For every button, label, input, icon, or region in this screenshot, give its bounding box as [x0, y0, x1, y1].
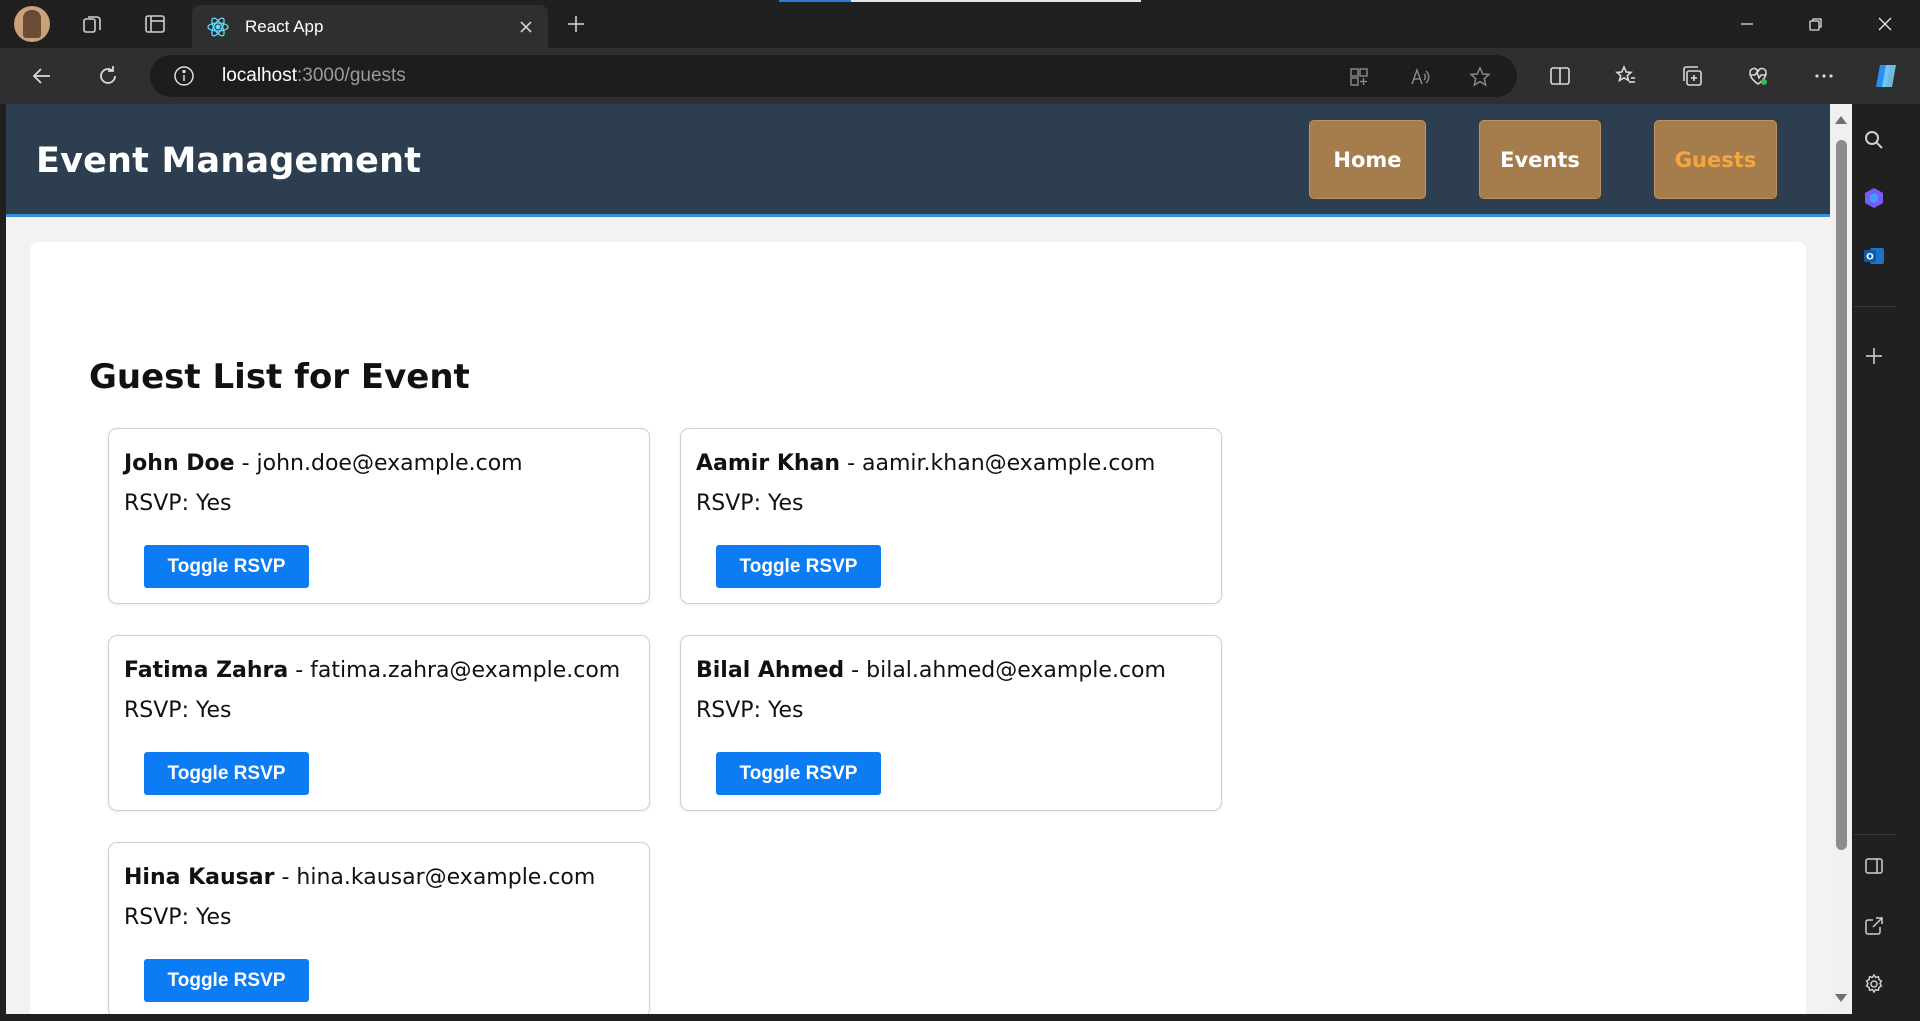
rsvp-label: RSVP: — [696, 491, 768, 516]
rsvp-value: Yes — [195, 491, 232, 516]
page-scrollbar[interactable] — [1830, 104, 1852, 1014]
read-aloud-icon[interactable] — [1407, 64, 1433, 90]
close-tab-icon[interactable] — [514, 15, 538, 39]
toggle-rsvp-button[interactable]: Toggle RSVP — [716, 545, 881, 588]
settings-gear-icon[interactable] — [1858, 968, 1890, 1000]
rsvp-value: Yes — [195, 905, 232, 930]
page-viewport: Event Management Home Events Guests Gues… — [6, 104, 1830, 1014]
app-title: Event Management — [36, 141, 422, 181]
scrollbar-thumb[interactable] — [1836, 140, 1847, 850]
external-link-icon[interactable] — [1858, 910, 1890, 942]
workspaces-icon[interactable] — [78, 10, 106, 38]
new-tab-icon[interactable] — [562, 10, 590, 38]
scroll-up-arrow-icon[interactable] — [1835, 116, 1847, 124]
sidebar-divider — [1854, 834, 1896, 835]
hide-sidebar-icon[interactable] — [1858, 850, 1890, 882]
address-bar[interactable]: localhost:3000/guests — [150, 55, 1517, 97]
guest-rsvp-status: RSVP: Yes — [696, 491, 804, 516]
url-path: :3000/guests — [297, 65, 406, 86]
guest-rsvp-status: RSVP: Yes — [124, 491, 232, 516]
profile-avatar[interactable] — [14, 6, 50, 42]
page-loading-indicator — [779, 0, 1141, 2]
guest-card: John Doe - john.doe@example.com RSVP: Ye… — [108, 428, 650, 604]
toggle-rsvp-button[interactable]: Toggle RSVP — [144, 752, 309, 795]
add-sidebar-app-icon[interactable] — [1858, 340, 1890, 372]
guest-info: Bilal Ahmed - bilal.ahmed@example.com — [696, 658, 1166, 683]
url-text[interactable]: localhost:3000/guests — [222, 65, 406, 87]
react-icon — [206, 15, 230, 39]
browser-essentials-icon[interactable] — [1742, 60, 1774, 92]
toggle-rsvp-button[interactable]: Toggle RSVP — [144, 545, 309, 588]
guest-email: aamir.khan@example.com — [862, 451, 1156, 476]
guest-card: Bilal Ahmed - bilal.ahmed@example.com RS… — [680, 635, 1222, 811]
page-title: Guest List for Event — [89, 357, 470, 397]
sidebar-divider — [1854, 306, 1896, 307]
guest-email: fatima.zahra@example.com — [310, 658, 621, 683]
refresh-icon[interactable] — [92, 60, 124, 92]
guest-rsvp-status: RSVP: Yes — [124, 698, 232, 723]
tab-title: React App — [245, 17, 324, 36]
guest-info: Hina Kausar - hina.kausar@example.com — [124, 865, 595, 890]
favorites-icon[interactable] — [1610, 60, 1642, 92]
rsvp-label: RSVP: — [124, 491, 196, 516]
more-options-icon[interactable] — [1808, 60, 1840, 92]
split-screen-icon[interactable] — [1544, 60, 1576, 92]
nav-guests-button[interactable]: Guests — [1654, 120, 1777, 199]
rsvp-label: RSVP: — [696, 698, 768, 723]
back-arrow-icon[interactable] — [26, 60, 58, 92]
rsvp-label: RSVP: — [124, 905, 196, 930]
favorite-star-icon[interactable] — [1467, 64, 1493, 90]
guest-name: Fatima Zahra — [124, 658, 289, 683]
guest-email: hina.kausar@example.com — [296, 865, 596, 890]
close-window-icon[interactable] — [1850, 0, 1920, 48]
browser-toolbar: localhost:3000/guests — [0, 48, 1920, 104]
scroll-down-arrow-icon[interactable] — [1835, 994, 1847, 1002]
minimize-icon[interactable] — [1712, 0, 1782, 48]
guest-separator: - — [840, 451, 863, 476]
guest-info: Fatima Zahra - fatima.zahra@example.com — [124, 658, 620, 683]
guest-rsvp-status: RSVP: Yes — [696, 698, 804, 723]
guest-name: Hina Kausar — [124, 865, 275, 890]
search-icon[interactable] — [1858, 124, 1890, 156]
outlook-icon[interactable]: O — [1858, 240, 1890, 272]
rsvp-value: Yes — [195, 698, 232, 723]
copilot-icon[interactable] — [1870, 60, 1902, 92]
url-host: localhost — [222, 65, 297, 86]
guest-rsvp-status: RSVP: Yes — [124, 905, 232, 930]
guest-name: John Doe — [124, 451, 235, 476]
guest-name: Bilal Ahmed — [696, 658, 845, 683]
toggle-rsvp-button[interactable]: Toggle RSVP — [144, 959, 309, 1002]
active-tab[interactable]: React App — [192, 5, 548, 48]
guest-email: bilal.ahmed@example.com — [866, 658, 1166, 683]
guest-separator: - — [288, 658, 311, 683]
guest-separator: - — [274, 865, 297, 890]
svg-text:O: O — [1866, 253, 1874, 263]
site-info-icon[interactable] — [172, 64, 196, 88]
guest-separator: - — [844, 658, 867, 683]
guest-separator: - — [234, 451, 257, 476]
copilot-sidebar-icon[interactable] — [1858, 182, 1890, 214]
app-available-icon[interactable] — [1346, 64, 1372, 90]
guest-name: Aamir Khan — [696, 451, 841, 476]
browser-tab-bar: React App — [0, 0, 1920, 48]
collections-icon[interactable] — [1676, 60, 1708, 92]
app-header: Event Management Home Events Guests — [6, 104, 1830, 217]
guest-card: Fatima Zahra - fatima.zahra@example.com … — [108, 635, 650, 811]
tab-actions-icon[interactable] — [141, 10, 169, 38]
guest-info: Aamir Khan - aamir.khan@example.com — [696, 451, 1155, 476]
guest-card: Aamir Khan - aamir.khan@example.com RSVP… — [680, 428, 1222, 604]
toggle-rsvp-button[interactable]: Toggle RSVP — [716, 752, 881, 795]
restore-icon[interactable] — [1781, 0, 1851, 48]
rsvp-value: Yes — [767, 698, 804, 723]
guest-email: john.doe@example.com — [256, 451, 523, 476]
rsvp-value: Yes — [767, 491, 804, 516]
guest-card: Hina Kausar - hina.kausar@example.com RS… — [108, 842, 650, 1014]
rsvp-label: RSVP: — [124, 698, 196, 723]
nav-events-button[interactable]: Events — [1479, 120, 1601, 199]
guest-info: John Doe - john.doe@example.com — [124, 451, 523, 476]
nav-home-button[interactable]: Home — [1309, 120, 1426, 199]
